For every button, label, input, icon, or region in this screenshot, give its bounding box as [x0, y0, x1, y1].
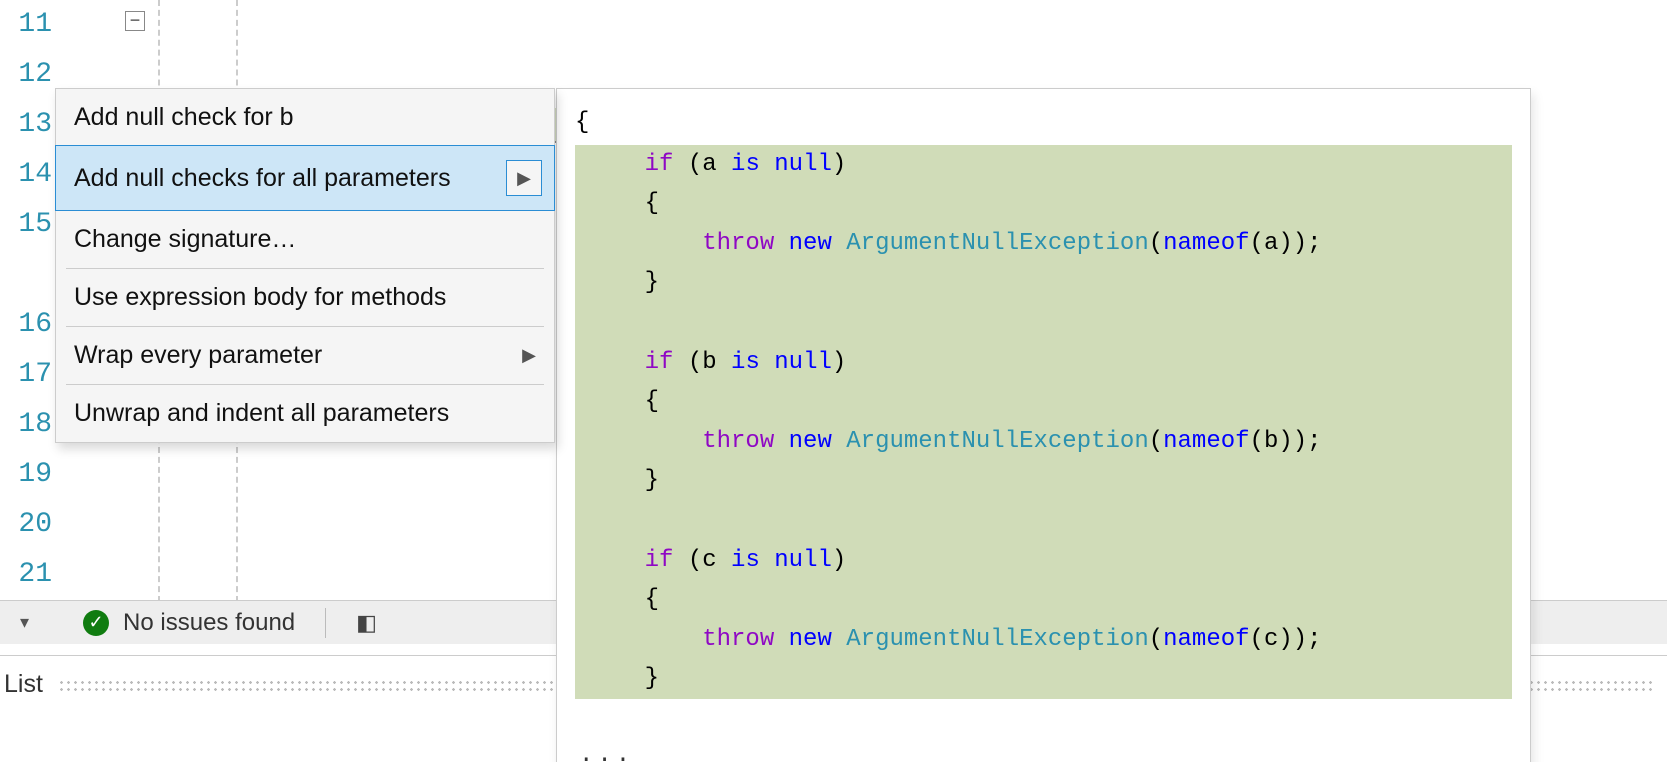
line-number: 20: [0, 500, 52, 550]
menu-item-label: Change signature…: [74, 225, 296, 254]
line-number: 18: [0, 400, 52, 450]
menu-item-label: Add null check for b: [74, 103, 294, 132]
ellipsis-icon: ···: [575, 739, 638, 762]
chevron-right-icon: ▶: [517, 168, 531, 189]
line-number: 14: [0, 150, 52, 200]
line-number: 11: [0, 0, 52, 50]
quick-actions-menu[interactable]: Add null check for b Add null checks for…: [55, 88, 555, 443]
menu-item-label: Unwrap and indent all parameters: [74, 399, 449, 428]
line-number: 21: [0, 550, 52, 600]
menu-item-expression-body[interactable]: Use expression body for methods: [56, 269, 554, 326]
eraser-icon[interactable]: ◧: [356, 610, 377, 636]
line-number: 13: [0, 100, 52, 150]
menu-item-change-signature[interactable]: Change signature…: [56, 211, 554, 268]
check-circle-icon: ✓: [83, 610, 109, 636]
error-list-label: List: [4, 670, 43, 699]
line-number: 12: [0, 50, 52, 100]
chevron-right-icon: ▶: [522, 345, 536, 366]
divider: [325, 608, 326, 638]
diff-added-line: if (a is null) { throw new ArgumentNullE…: [575, 145, 1512, 699]
menu-item-unwrap-parameters[interactable]: Unwrap and indent all parameters: [56, 385, 554, 442]
line-number: [0, 250, 52, 300]
menu-item-label: Add null checks for all parameters: [74, 164, 451, 193]
menu-item-add-null-check-b[interactable]: Add null check for b: [56, 89, 554, 146]
menu-item-wrap-parameters[interactable]: Wrap every parameter ▶: [56, 327, 554, 384]
fold-toggle-icon[interactable]: −: [125, 11, 145, 31]
line-number: 19: [0, 450, 52, 500]
code-preview-panel: { if (a is null) { throw new ArgumentNul…: [556, 88, 1531, 762]
menu-item-add-null-checks-all[interactable]: Add null checks for all parameters ▶: [55, 145, 555, 211]
line-number-gutter: 11 12 13 14 15 16 17 18 19 20 21 22: [0, 0, 60, 762]
line-number: 17: [0, 350, 52, 400]
preview-body: { if (a is null) { throw new ArgumentNul…: [557, 89, 1530, 762]
status-text: No issues found: [123, 609, 295, 637]
brace: {: [575, 109, 589, 136]
menu-item-label: Wrap every parameter: [74, 341, 322, 370]
line-number: 15: [0, 200, 52, 250]
line-number: 16: [0, 300, 52, 350]
dropdown-arrow-icon[interactable]: ▾: [20, 612, 29, 633]
menu-item-label: Use expression body for methods: [74, 283, 446, 312]
submenu-arrow-icon[interactable]: ▶: [506, 160, 542, 196]
